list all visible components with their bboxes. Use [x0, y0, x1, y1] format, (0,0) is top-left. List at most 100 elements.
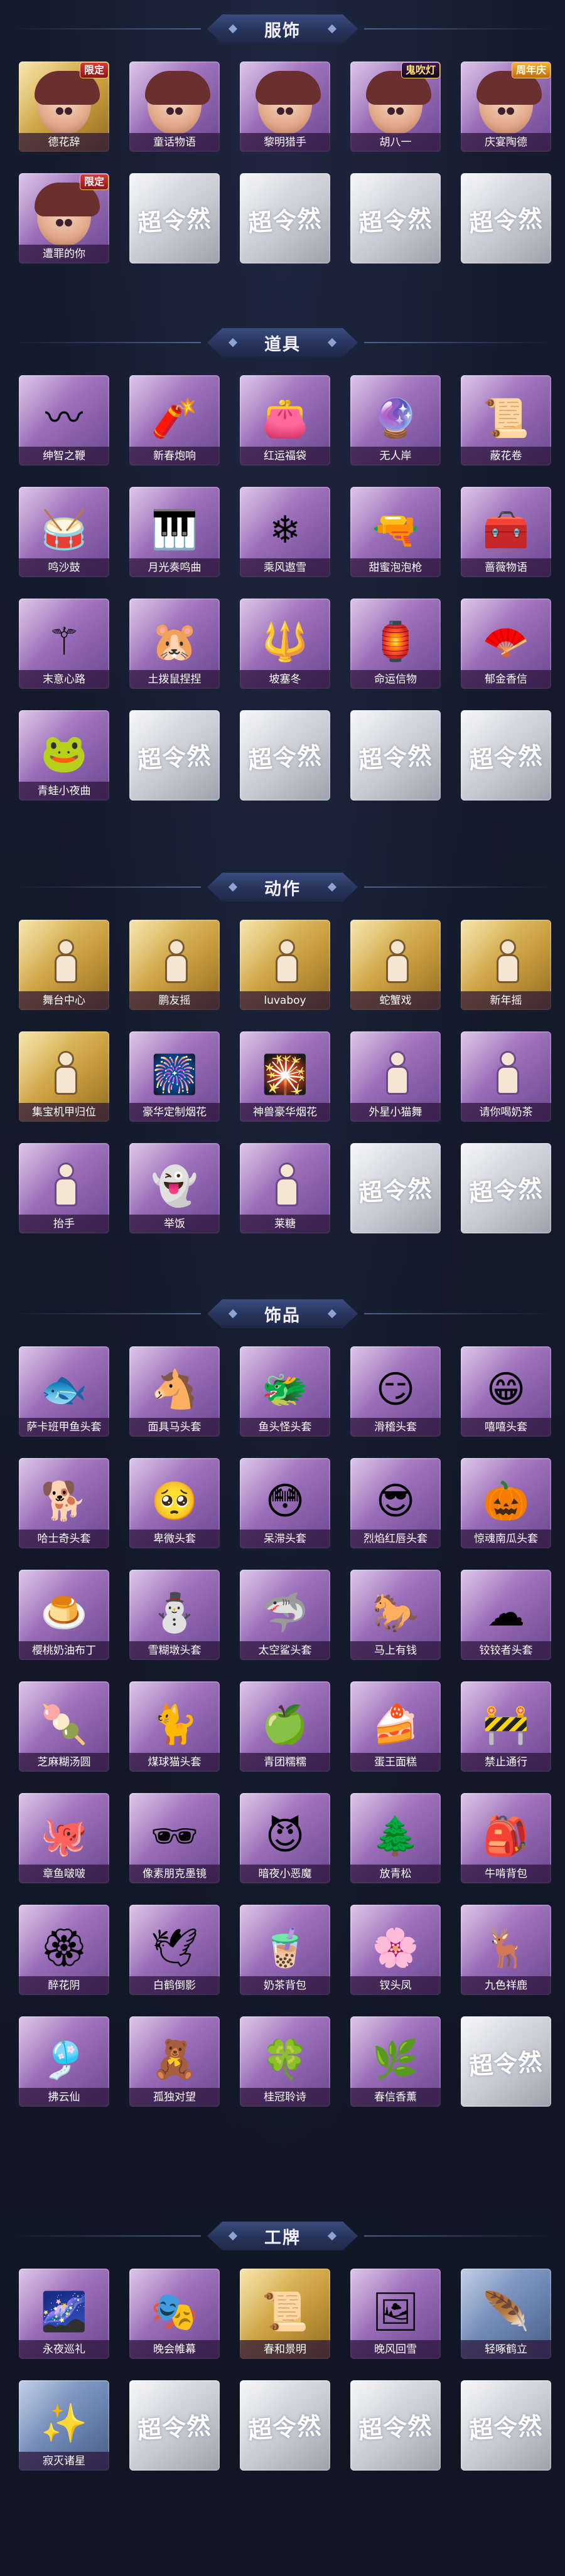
item-card[interactable]: 鹏友摇: [129, 920, 220, 1010]
item-card[interactable]: 🔮 无人岸: [350, 375, 441, 466]
item-card[interactable]: 🍀 桂冠聆诗: [240, 2016, 330, 2107]
item-card[interactable]: 😈 暗夜小恶魔: [240, 1793, 330, 1883]
item-card[interactable]: 🌲 放青松: [350, 1793, 441, 1883]
empty-slot-watermark: 超令然: [129, 173, 220, 263]
item-card[interactable]: 🍏 青团糯糯: [240, 1681, 330, 1772]
flower-pendant-icon: 🏵: [37, 1921, 91, 1975]
item-card[interactable]: 👻 举饭: [129, 1143, 220, 1233]
item-glyph: 🥺: [151, 1479, 198, 1524]
item-card[interactable]: 🎭 晚会帷幕: [129, 2269, 220, 2359]
item-card[interactable]: 德花辞 限定: [19, 61, 109, 152]
item-card[interactable]: 👛 红运福袋: [240, 375, 330, 466]
item-card[interactable]: 🎃 惊魂南瓜头套: [461, 1458, 551, 1548]
item-card[interactable]: 🎹 月光奏鸣曲: [129, 487, 220, 577]
item-card[interactable]: 遭罪的你 限定: [19, 173, 109, 263]
item-card[interactable]: ⚚ 末意心路: [19, 599, 109, 689]
item-card[interactable]: 🍡 芝麻糊汤圆: [19, 1681, 109, 1772]
item-card[interactable]: 🧸 孤独对望: [129, 2016, 220, 2107]
item-glyph: 🍰: [372, 1703, 419, 1747]
item-card[interactable]: 🦈 太空鲨头套: [240, 1570, 330, 1660]
item-card[interactable]: 〰绅智之鞭: [19, 375, 109, 466]
item-card[interactable]: luvaboy: [240, 920, 330, 1010]
item-card[interactable]: 📜 蔽花卷: [461, 375, 551, 466]
item-glyph: 🚧: [482, 1703, 530, 1747]
item-card[interactable]: 🐲 鱼头怪头套: [240, 1346, 330, 1437]
item-label: 蔽花卷: [461, 447, 551, 466]
empty-slot-watermark: 超令然: [461, 2380, 551, 2471]
item-card[interactable]: 新年摇: [461, 920, 551, 1010]
item-card[interactable]: 🖼 晚风回雪: [350, 2269, 441, 2359]
item-card[interactable]: 🍰 蛋王面糕: [350, 1681, 441, 1772]
pose-figure: [154, 939, 195, 987]
item-card[interactable]: 🦌 九色祥鹿: [461, 1905, 551, 1995]
item-card[interactable]: 🐎 马上有钱: [350, 1570, 441, 1660]
pose-icon: [258, 936, 312, 990]
item-card[interactable]: 🚧 禁止通行: [461, 1681, 551, 1772]
item-card[interactable]: 抬手: [19, 1143, 109, 1233]
avatar-eye: [56, 107, 63, 115]
empty-slot-watermark: 超令然: [461, 710, 551, 801]
item-card[interactable]: 🔫 甜蜜泡泡枪: [350, 487, 441, 577]
item-label: 土拨鼠捏捏: [129, 670, 220, 689]
item-card[interactable]: 🐕 哈士奇头套: [19, 1458, 109, 1548]
item-card[interactable]: 🌌 永夜巡礼: [19, 2269, 109, 2359]
item-card[interactable]: ❄ 乘风遨雪: [240, 487, 330, 577]
item-card[interactable]: ✨ 寂灭诸星: [19, 2380, 109, 2471]
item-card[interactable]: 🌸 钗头凤: [350, 1905, 441, 1995]
item-card[interactable]: 🪭 郁金香信: [461, 599, 551, 689]
item-card[interactable]: 🪶 轻啄鹤立: [461, 2269, 551, 2359]
item-card[interactable]: 集宝机甲归位: [19, 1031, 109, 1122]
pose-icon: [369, 1048, 422, 1102]
item-card[interactable]: 🎐 拂云仙: [19, 2016, 109, 2107]
item-card[interactable]: 🧨 新春炮响: [129, 375, 220, 466]
item-card[interactable]: 🐟 萨卡班甲鱼头套: [19, 1346, 109, 1437]
pose-icon: [37, 936, 91, 990]
item-card[interactable]: 😁 嘻嘻头套: [461, 1346, 551, 1437]
item-card[interactable]: 🥺 卑微头套: [129, 1458, 220, 1548]
item-glyph: 🎇: [261, 1053, 309, 1097]
item-card[interactable]: 🐸 青蛙小夜曲: [19, 710, 109, 801]
empty-slot: 超令然: [350, 710, 441, 801]
pose-head: [168, 939, 185, 956]
item-card[interactable]: 🥁 鸣沙鼓: [19, 487, 109, 577]
item-label: 月光奏鸣曲: [129, 558, 220, 577]
item-card[interactable]: 庆宴陶德 周年庆: [461, 61, 551, 152]
item-card[interactable]: 黎明猎手: [240, 61, 330, 152]
item-card[interactable]: 🏵 醉花阴: [19, 1905, 109, 1995]
item-card[interactable]: 🏮 命运信物: [350, 599, 441, 689]
item-card[interactable]: 🔱 坡塞冬: [240, 599, 330, 689]
item-card[interactable]: 🐈 煤球猫头套: [129, 1681, 220, 1772]
item-card[interactable]: 😎 烈焰红唇头套: [350, 1458, 441, 1548]
item-card[interactable]: 🕶 像素朋克墨镜: [129, 1793, 220, 1883]
item-card[interactable]: ⛄ 雪糊墩头套: [129, 1570, 220, 1660]
item-label: 无人岸: [350, 447, 441, 466]
item-card[interactable]: 蛇蟹戏: [350, 920, 441, 1010]
item-card[interactable]: 🐙 章鱼啵啵: [19, 1793, 109, 1883]
item-card[interactable]: ☁ 铰铰者头套: [461, 1570, 551, 1660]
item-card[interactable]: 😏 滑稽头套: [350, 1346, 441, 1437]
item-label: 樱桃奶油布丁: [19, 1641, 109, 1660]
item-card[interactable]: 胡八一 鬼吹灯: [350, 61, 441, 152]
item-card[interactable]: 🧋 奶茶背包: [240, 1905, 330, 1995]
watermark-text: 超令然: [137, 2411, 213, 2444]
item-card[interactable]: 童话物语: [129, 61, 220, 152]
section-title: 饰品: [264, 1306, 301, 1326]
item-card[interactable]: 外星小猫舞: [350, 1031, 441, 1122]
item-card[interactable]: 😳 呆滞头套: [240, 1458, 330, 1548]
item-card[interactable]: 莱糖: [240, 1143, 330, 1233]
item-card[interactable]: 舞台中心: [19, 920, 109, 1010]
item-card[interactable]: 📜 春和景明: [240, 2269, 330, 2359]
item-glyph: 🦈: [261, 1591, 309, 1636]
item-card[interactable]: 🎆 豪华定制烟花: [129, 1031, 220, 1122]
item-card[interactable]: 🕊 白鹤倒影: [129, 1905, 220, 1995]
item-card[interactable]: 🧰 蔷薇物语: [461, 487, 551, 577]
item-card[interactable]: 🎇 神兽豪华烟花: [240, 1031, 330, 1122]
item-card[interactable]: 🌿 春信香薰: [350, 2016, 441, 2107]
item-card[interactable]: 🐴 面具马头套: [129, 1346, 220, 1437]
item-card[interactable]: 🎒 牛啃背包: [461, 1793, 551, 1883]
item-card[interactable]: 🍮 樱桃奶油布丁: [19, 1570, 109, 1660]
empty-slot: 超令然: [350, 173, 441, 263]
pose-body: [276, 1178, 298, 1207]
item-card[interactable]: 🐹 土拨鼠捏捏: [129, 599, 220, 689]
item-card[interactable]: 请你喝奶茶: [461, 1031, 551, 1122]
